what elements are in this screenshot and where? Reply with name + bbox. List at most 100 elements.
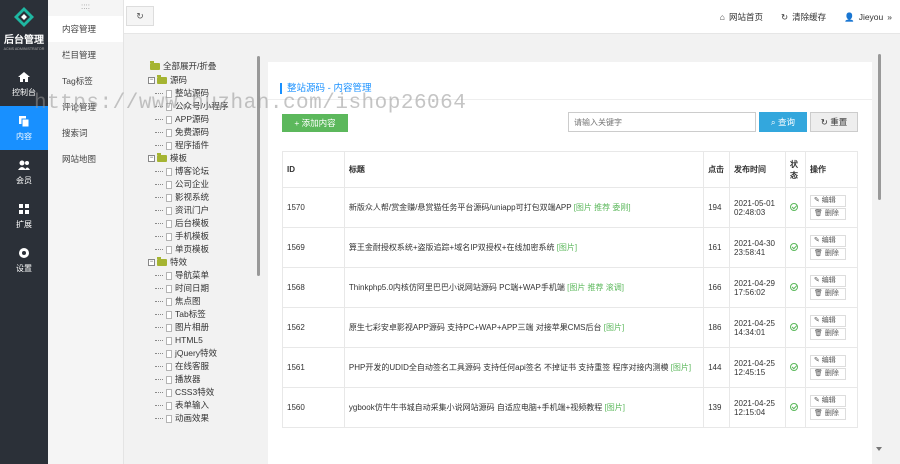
edit-button[interactable]: ✎ 编辑 — [809, 235, 846, 247]
tree-leaf[interactable]: 时间日期 — [146, 282, 260, 295]
col-date[interactable]: 发布时间 — [729, 151, 786, 188]
page-scrollbar[interactable] — [878, 54, 881, 200]
row-date: 2021-05-01 — [734, 198, 775, 208]
tree-leaf[interactable]: 资讯门户 — [146, 204, 260, 217]
delete-button[interactable]: 🗑 删除 — [809, 328, 846, 340]
row-status[interactable] — [785, 227, 806, 268]
row-title[interactable]: 新版众人帮/赏金赚/悬赏猫任务平台源码/uniapp可打包双端APP — [349, 203, 572, 212]
left-rail: 后台管理 ACMS ADMINISTRATOR 控制台 内容 会员 扩展 设置 — [0, 0, 48, 464]
tree-leaf[interactable]: jQuery特效 — [146, 347, 260, 360]
delete-label: 删除 — [824, 210, 839, 217]
tree-leaf[interactable]: 播放器 — [146, 373, 260, 386]
delete-button[interactable]: 🗑 删除 — [809, 408, 846, 420]
query-button[interactable]: ⌕ 查询 — [759, 112, 807, 132]
clear-cache-link[interactable]: ↻ 清除缓存 — [781, 11, 826, 23]
row-status[interactable] — [785, 307, 806, 348]
tree-leaf[interactable]: 公司企业 — [146, 178, 260, 191]
row-title[interactable]: ygbook仿牛牛书城自动采集小说网站源码 自适应电脑+手机端+视频教程 — [349, 403, 602, 412]
collapse-grip-icon[interactable]: :::: — [48, 0, 123, 16]
collapse-icon[interactable]: − — [148, 155, 155, 163]
delete-button[interactable]: 🗑 删除 — [809, 208, 846, 220]
tree-group[interactable]: − 特效 — [146, 256, 260, 269]
tree-leaf[interactable]: APP源码 — [146, 113, 260, 126]
row-tags: [图片 推荐 委刚] — [573, 202, 631, 212]
subnav-item-content[interactable]: 内容管理 — [48, 16, 123, 42]
add-content-button[interactable]: + 添加内容 — [282, 114, 348, 132]
rail-item-settings[interactable]: 设置 — [0, 238, 48, 282]
tree-leaf[interactable]: 焦点图 — [146, 295, 260, 308]
tree-leaf[interactable]: 整站源码 — [146, 87, 260, 100]
refresh-button[interactable]: ↻ — [126, 6, 154, 26]
tree-group[interactable]: − 源码 — [146, 74, 260, 87]
tree-leaf-label: 公司企业 — [175, 179, 210, 189]
edit-button[interactable]: ✎ 编辑 — [809, 195, 846, 207]
delete-button[interactable]: 🗑 删除 — [809, 368, 846, 380]
row-actions: ✎ 编辑 🗑 删除 — [804, 347, 859, 388]
tree-toggle-all[interactable]: 全部展开/折叠 — [146, 58, 260, 74]
delete-button[interactable]: 🗑 删除 — [809, 288, 846, 300]
edit-button[interactable]: ✎ 编辑 — [809, 315, 846, 327]
delete-button[interactable]: 🗑 删除 — [809, 248, 846, 260]
tree-group[interactable]: − 模板 — [146, 152, 260, 165]
tree-leaf[interactable]: 表单输入 — [146, 399, 260, 412]
users-icon — [18, 160, 30, 170]
subnav-item-tags[interactable]: Tag标签 — [48, 68, 123, 94]
rail-item-label: 设置 — [16, 264, 32, 273]
tree-leaf[interactable]: 动画效果 — [146, 412, 260, 425]
refresh-icon: ↻ — [780, 11, 789, 22]
tree-leaf[interactable]: 导航菜单 — [146, 269, 260, 282]
row-clicks: 144 — [703, 347, 731, 388]
tree-scrollbar[interactable] — [257, 56, 260, 276]
edit-button[interactable]: ✎ 编辑 — [809, 355, 846, 367]
col-clicks[interactable]: 点击 — [703, 151, 731, 188]
tree-leaf[interactable]: 影视系统 — [146, 191, 260, 204]
collapse-icon[interactable]: − — [148, 77, 155, 85]
tree-leaf[interactable]: 后台模板 — [146, 217, 260, 230]
edit-button[interactable]: ✎ 编辑 — [809, 395, 846, 407]
col-title[interactable]: 标题 — [343, 151, 705, 188]
row-status[interactable] — [785, 267, 806, 308]
row-title[interactable]: PHP开发的UDID全自动签名工具源码 支持任何api签名 不掉证书 支持重签 … — [349, 363, 669, 372]
search-input[interactable] — [568, 112, 756, 132]
edit-button[interactable]: ✎ 编辑 — [809, 275, 846, 287]
tree-leaf[interactable]: 博客论坛 — [146, 165, 260, 178]
tree-leaf-label: CSS3特效 — [175, 387, 215, 397]
col-id[interactable]: ID — [282, 151, 345, 188]
row-actions: ✎ 编辑 🗑 删除 — [804, 387, 859, 428]
tree-leaf[interactable]: CSS3特效 — [146, 386, 260, 399]
subnav-item-columns[interactable]: 栏目管理 — [48, 42, 123, 68]
row-datetime: 2021-04-25 14:34:01 — [729, 307, 786, 348]
rail-item-members[interactable]: 会员 — [0, 150, 48, 194]
row-status[interactable] — [785, 347, 806, 388]
tree-leaf[interactable]: 程序插件 — [146, 139, 260, 152]
rail-item-dashboard[interactable]: 控制台 — [0, 62, 48, 106]
row-title[interactable]: Thinkphp5.0内核仿阿里巴巴小说网站源码 PC端+WAP手机端 — [349, 283, 565, 292]
reset-button[interactable]: ↻ 重置 — [810, 112, 858, 132]
subnav-item-search-words[interactable]: 搜索词 — [48, 120, 123, 146]
collapse-icon[interactable]: − — [148, 259, 155, 267]
user-menu[interactable]: 👤 Jieyou » — [844, 12, 892, 23]
edit-label: 编辑 — [821, 357, 836, 364]
row-status[interactable] — [785, 387, 806, 428]
row-title[interactable]: 原生七彩安卓影视APP源码 支持PC+WAP+APP三端 对接苹果CMS后台 — [349, 323, 602, 332]
tree-leaf[interactable]: 在线客服 — [146, 360, 260, 373]
scroll-down-arrow-icon[interactable] — [876, 447, 882, 451]
tree-leaf[interactable]: 公众号/小程序 — [146, 100, 260, 113]
row-id: 1568 — [282, 267, 345, 308]
tree-leaf[interactable]: Tab标签 — [146, 308, 260, 321]
tree-leaf[interactable]: 免费源码 — [146, 126, 260, 139]
row-status[interactable] — [785, 187, 806, 228]
tree-leaf[interactable]: HTML5 — [146, 334, 260, 347]
tree-leaf[interactable]: 手机模板 — [146, 230, 260, 243]
col-status[interactable]: 状态 — [785, 151, 806, 188]
subnav-item-comments[interactable]: 评论管理 — [48, 94, 123, 120]
row-title[interactable]: 算王金耐授权系统+盗版追踪+域名IP双授权+在线加密系统 — [349, 243, 555, 252]
toolbar: + 添加内容 ⌕ 查询 ↻ 重置 — [268, 100, 872, 140]
tree-leaf[interactable]: 单页模板 — [146, 243, 260, 256]
rail-item-content[interactable]: 内容 — [0, 106, 48, 150]
site-home-link[interactable]: ⌂ 网站首页 — [720, 11, 763, 23]
subnav-item-sitemap[interactable]: 网站地图 — [48, 146, 123, 172]
tree-leaf[interactable]: 图片相册 — [146, 321, 260, 334]
file-icon — [166, 128, 172, 137]
rail-item-extend[interactable]: 扩展 — [0, 194, 48, 238]
